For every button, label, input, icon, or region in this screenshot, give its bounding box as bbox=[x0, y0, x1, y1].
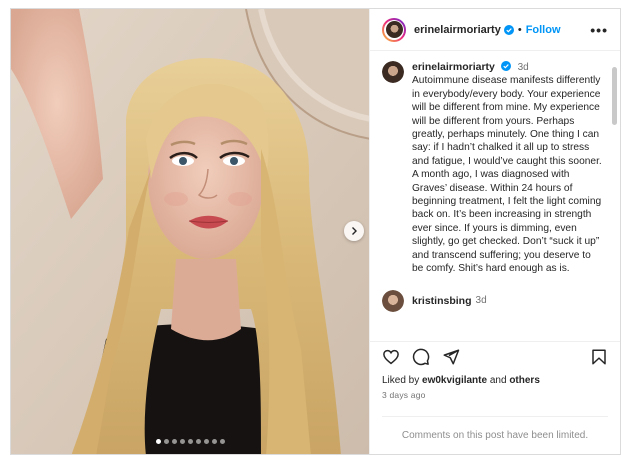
post-side-panel: erinelairmoriarty • Follow ••• erinelair… bbox=[369, 9, 620, 454]
author-username[interactable]: erinelairmoriarty bbox=[414, 24, 501, 36]
carousel-dot[interactable] bbox=[171, 439, 177, 444]
heart-icon[interactable] bbox=[382, 348, 400, 366]
chevron-right-icon bbox=[352, 227, 357, 235]
carousel-dot[interactable] bbox=[179, 439, 185, 444]
carousel-dot[interactable] bbox=[187, 439, 193, 444]
verified-badge-icon bbox=[500, 61, 511, 71]
carousel-dot[interactable] bbox=[155, 439, 161, 444]
liked-by-user[interactable]: ew0kvigilante bbox=[422, 375, 487, 386]
bookmark-icon[interactable] bbox=[590, 348, 608, 366]
comment-item: kristinsbing 3d bbox=[382, 289, 604, 312]
carousel-dot[interactable] bbox=[211, 439, 217, 444]
more-options-icon[interactable]: ••• bbox=[590, 22, 608, 38]
caption-avatar[interactable] bbox=[382, 61, 404, 83]
likes-summary: Liked by ew0kvigilante and others bbox=[370, 371, 620, 386]
comment-timestamp: 3d bbox=[475, 295, 487, 306]
carousel-dot[interactable] bbox=[163, 439, 169, 444]
caption-text: Autoimmune disease manifests differently… bbox=[412, 75, 602, 275]
carousel-dot[interactable] bbox=[195, 439, 201, 444]
commenter-username[interactable]: kristinsbing bbox=[412, 295, 472, 307]
follow-button[interactable]: Follow bbox=[526, 24, 561, 36]
carousel-next-button[interactable] bbox=[344, 221, 364, 241]
carousel-dot[interactable] bbox=[219, 439, 225, 444]
carousel-dots bbox=[11, 439, 369, 444]
post-modal: erinelairmoriarty • Follow ••• erinelair… bbox=[10, 8, 621, 455]
likes-others-link[interactable]: others bbox=[509, 375, 540, 386]
verified-badge-icon bbox=[503, 24, 514, 35]
post-media-carousel[interactable] bbox=[11, 9, 369, 454]
likes-prefix: Liked by bbox=[382, 375, 420, 386]
post-photo bbox=[11, 9, 369, 454]
caption-timestamp: 3d bbox=[517, 62, 529, 73]
comments-limited-notice: Comments on this post have been limited. bbox=[382, 416, 608, 454]
likes-and: and bbox=[489, 375, 507, 386]
author-avatar[interactable] bbox=[382, 17, 406, 42]
post-date: 3 days ago bbox=[382, 390, 426, 400]
carousel-dot[interactable] bbox=[203, 439, 209, 444]
post-header: erinelairmoriarty • Follow ••• bbox=[370, 9, 620, 51]
paper-plane-icon[interactable] bbox=[442, 348, 460, 366]
commenter-avatar[interactable] bbox=[382, 289, 404, 312]
post-caption: erinelairmoriarty 3d Autoimmune disease … bbox=[382, 61, 604, 276]
post-actions-bar bbox=[370, 341, 620, 371]
comment-bubble-icon[interactable] bbox=[412, 348, 430, 366]
comments-scrollbar[interactable] bbox=[612, 67, 617, 125]
caption-username[interactable]: erinelairmoriarty bbox=[412, 61, 495, 73]
comments-section[interactable]: erinelairmoriarty 3d Autoimmune disease … bbox=[370, 51, 620, 341]
header-separator: • bbox=[517, 23, 522, 36]
